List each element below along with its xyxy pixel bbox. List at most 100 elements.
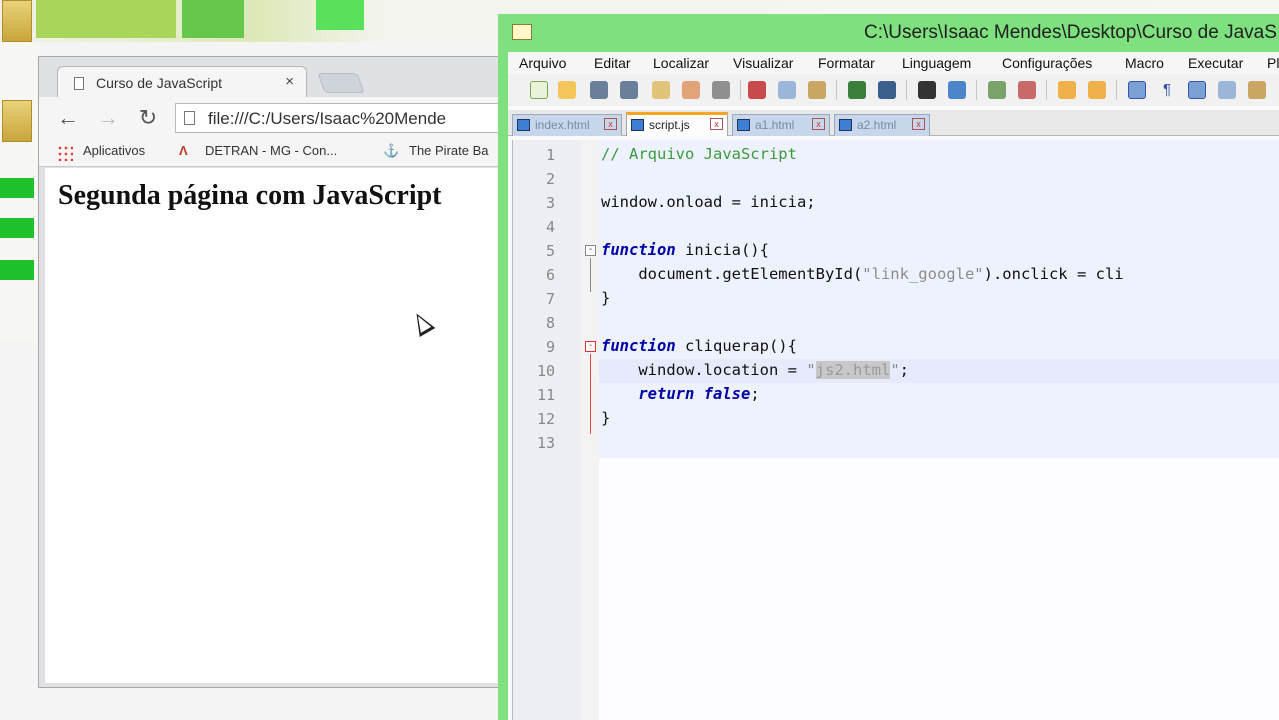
green-bar bbox=[0, 178, 34, 198]
close-icon[interactable]: x bbox=[912, 118, 925, 130]
pirate-ship-icon: ⚓ bbox=[383, 143, 400, 158]
print-icon[interactable] bbox=[712, 81, 730, 99]
close-file-icon[interactable] bbox=[652, 81, 670, 99]
tab-index-html[interactable]: index.html x bbox=[512, 114, 622, 136]
line-number: 5 bbox=[545, 242, 555, 260]
menu-executar[interactable]: Executar bbox=[1188, 55, 1243, 71]
code-line: window.location = "js2.html"; bbox=[601, 361, 909, 379]
code-line: } bbox=[601, 289, 611, 307]
code-string: " bbox=[890, 361, 900, 379]
word-wrap-icon[interactable] bbox=[1128, 81, 1146, 99]
address-text: file:///C:/Users/Isaac%20Mende bbox=[208, 109, 447, 128]
browser-tab[interactable]: Curso de JavaScript × bbox=[57, 66, 307, 98]
function-list-icon[interactable] bbox=[1248, 81, 1266, 99]
save-all-icon[interactable] bbox=[620, 81, 638, 99]
menu-plugins[interactable]: Pl bbox=[1267, 55, 1279, 71]
reload-icon[interactable]: ↻ bbox=[135, 105, 161, 131]
redo-icon[interactable] bbox=[878, 81, 896, 99]
bookmark-apps[interactable]: Aplicativos bbox=[83, 143, 145, 158]
copy-icon[interactable] bbox=[778, 81, 796, 99]
code-text: ).onclick = cli bbox=[983, 265, 1124, 283]
editor-window: C:\Users\Isaac Mendes\Desktop\Curso de J… bbox=[498, 14, 1279, 720]
cut-icon[interactable] bbox=[748, 81, 766, 99]
code-editor[interactable]: 1 2 3 4 5 6 7 8 9 10 11 12 13 - - // Arq… bbox=[512, 140, 1279, 720]
fold-minus-icon[interactable]: - bbox=[585, 245, 596, 256]
close-icon[interactable]: × bbox=[285, 73, 294, 90]
save-icon[interactable] bbox=[590, 81, 608, 99]
paste-icon[interactable] bbox=[808, 81, 826, 99]
sync-horizontal-icon[interactable] bbox=[1088, 81, 1106, 99]
desktop-tile bbox=[36, 0, 176, 38]
close-icon[interactable]: x bbox=[812, 118, 825, 130]
folder-icon[interactable] bbox=[2, 100, 32, 142]
document-icon bbox=[184, 111, 195, 125]
code-text: ; bbox=[899, 361, 909, 379]
fold-minus-icon[interactable]: - bbox=[585, 341, 596, 352]
detran-logo-icon: Λ bbox=[179, 143, 188, 158]
show-all-chars-icon[interactable]: ¶ bbox=[1158, 81, 1176, 99]
address-bar[interactable]: file:///C:/Users/Isaac%20Mende bbox=[175, 103, 515, 133]
close-icon[interactable]: x bbox=[604, 118, 617, 130]
tab-title: Curso de JavaScript bbox=[96, 75, 223, 91]
new-file-icon[interactable] bbox=[530, 81, 548, 99]
forward-arrow-icon[interactable]: → bbox=[95, 105, 121, 131]
editor-body: Arquivo Editar Localizar Visualizar Form… bbox=[508, 52, 1279, 720]
tab-label: a1.html bbox=[755, 118, 795, 132]
find-icon[interactable] bbox=[918, 81, 936, 99]
fold-line bbox=[590, 258, 591, 292]
browser-window: Curso de JavaScript × ← → ↻ file:///C:/U… bbox=[38, 56, 515, 688]
code-text: document.getElementById( bbox=[601, 265, 863, 283]
new-tab-button[interactable] bbox=[317, 73, 365, 93]
code-string: " bbox=[806, 361, 816, 379]
file-tabs: index.html x script.js x a1.html x a2.ht… bbox=[508, 110, 1279, 136]
line-number: 13 bbox=[536, 434, 555, 452]
tab-label: index.html bbox=[535, 118, 590, 132]
window-title: C:\Users\Isaac Mendes\Desktop\Curso de J… bbox=[864, 22, 1277, 43]
open-folder-icon[interactable] bbox=[558, 81, 576, 99]
zoom-in-icon[interactable] bbox=[988, 81, 1006, 99]
title-bar: C:\Users\Isaac Mendes\Desktop\Curso de J… bbox=[498, 14, 1279, 52]
menu-editar[interactable]: Editar bbox=[594, 55, 631, 71]
close-icon[interactable]: x bbox=[710, 118, 723, 130]
code-line-comment: // Arquivo JavaScript bbox=[601, 145, 797, 163]
toolbar-separator bbox=[976, 80, 977, 100]
tab-script-js[interactable]: script.js x bbox=[626, 112, 728, 136]
notepad-app-icon bbox=[512, 24, 532, 40]
code-line: return false; bbox=[601, 385, 759, 403]
code-line: } bbox=[601, 409, 611, 427]
folder-icon[interactable] bbox=[2, 0, 32, 42]
line-number: 10 bbox=[536, 362, 555, 380]
green-bar bbox=[0, 218, 34, 238]
bookmark-detran[interactable]: DETRAN - MG - Con... bbox=[205, 143, 337, 158]
replace-icon[interactable] bbox=[948, 81, 966, 99]
file-icon bbox=[839, 119, 852, 131]
close-all-icon[interactable] bbox=[682, 81, 700, 99]
tab-label: a2.html bbox=[857, 118, 897, 132]
toolbar-separator bbox=[740, 80, 741, 100]
menu-macro[interactable]: Macro bbox=[1125, 55, 1164, 71]
menu-visualizar[interactable]: Visualizar bbox=[733, 55, 793, 71]
toolbar-separator bbox=[836, 80, 837, 100]
back-arrow-icon[interactable]: ← bbox=[55, 105, 81, 131]
green-bar bbox=[0, 260, 34, 280]
line-number: 6 bbox=[545, 266, 555, 284]
tab-a2-html[interactable]: a2.html x bbox=[834, 114, 930, 136]
menu-localizar[interactable]: Localizar bbox=[653, 55, 709, 71]
code-line: function cliquerap(){ bbox=[601, 337, 797, 355]
code-keyword: function bbox=[601, 241, 676, 259]
code-line: function inicia(){ bbox=[601, 241, 769, 259]
menu-arquivo[interactable]: Arquivo bbox=[519, 55, 566, 71]
tab-a1-html[interactable]: a1.html x bbox=[732, 114, 830, 136]
indent-guide-icon[interactable] bbox=[1188, 81, 1206, 99]
desktop-tile bbox=[316, 0, 364, 30]
doc-map-icon[interactable] bbox=[1218, 81, 1236, 99]
zoom-out-icon[interactable] bbox=[1018, 81, 1036, 99]
menu-linguagem[interactable]: Linguagem bbox=[902, 55, 971, 71]
sync-vertical-icon[interactable] bbox=[1058, 81, 1076, 99]
code-text: window.location = bbox=[601, 361, 807, 379]
menu-formatar[interactable]: Formatar bbox=[818, 55, 875, 71]
undo-icon[interactable] bbox=[848, 81, 866, 99]
menu-configuracoes[interactable]: Configurações bbox=[1002, 55, 1092, 71]
selected-text: js2.html bbox=[815, 361, 891, 379]
bookmark-pirate-bay[interactable]: The Pirate Ba bbox=[409, 143, 489, 158]
